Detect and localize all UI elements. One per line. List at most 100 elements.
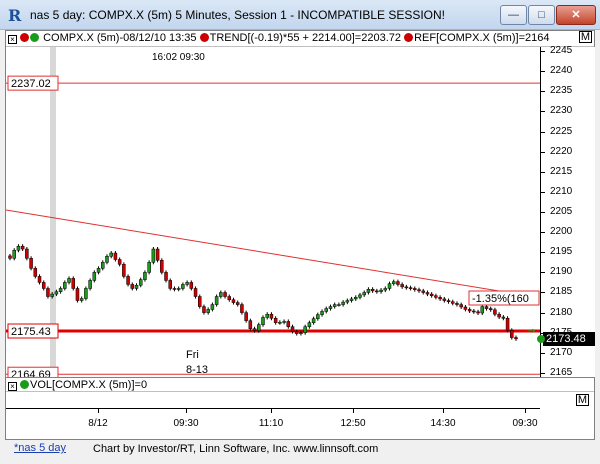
candle: [109, 251, 113, 259]
ref-dot-icon: [404, 33, 414, 42]
candle: [164, 270, 168, 283]
price-axis[interactable]: 2165217021752180218521902195220022052210…: [537, 31, 595, 377]
y-tick-label: 2185: [550, 286, 573, 298]
candle: [396, 279, 400, 287]
candle: [400, 282, 404, 289]
candle: [75, 286, 80, 303]
x-tick: [353, 409, 354, 413]
legend-main[interactable]: COMPX.X (5m)-08/12/10 13:35: [43, 32, 196, 44]
candle: [227, 294, 232, 302]
price-scale-m: M: [579, 31, 592, 43]
time-axis[interactable]: 8/12 09:30 11:10 12:50 14:30 09:30: [6, 408, 540, 438]
collapse-pane-icon[interactable]: ×: [8, 35, 17, 44]
candle: [134, 283, 139, 291]
candle: [206, 307, 210, 315]
trend-line[interactable]: [6, 209, 512, 294]
candle: [383, 286, 388, 293]
collapse-volume-icon[interactable]: ×: [8, 382, 17, 391]
y-tick: [541, 91, 545, 93]
candle: [273, 316, 278, 325]
price-plot[interactable]: 16:02 09:30 2237.02 2175.43 2164.69 -1.35%(1…: [6, 47, 540, 377]
candle: [113, 251, 118, 262]
candle: [324, 306, 328, 314]
candle: [269, 312, 274, 321]
x-tick-label: 8/12: [88, 418, 108, 429]
candle: [29, 256, 33, 271]
candle: [181, 282, 185, 291]
y-tick: [541, 232, 545, 234]
ref-value-text: 2237.02: [11, 78, 51, 90]
candle: [354, 295, 358, 301]
y-tick: [541, 212, 545, 213]
y-tick-label: 2220: [550, 145, 573, 157]
y-tick-label: 2190: [550, 266, 573, 278]
candle: [12, 248, 16, 261]
candle: [375, 288, 379, 294]
close-button[interactable]: ✕: [556, 5, 596, 25]
candle: [455, 301, 459, 307]
candle: [193, 286, 198, 299]
candle: [101, 260, 105, 271]
app-icon: R: [8, 6, 22, 25]
candle: [20, 244, 25, 252]
candle: [33, 266, 38, 279]
candle: [370, 287, 375, 293]
candle: [67, 276, 71, 285]
last-price-arrow-icon: →: [527, 326, 535, 337]
candle: [138, 277, 143, 288]
candle: [303, 324, 307, 335]
candle: [282, 319, 286, 325]
volume-label[interactable]: VOL[COMPX.X (5m)]=0: [30, 379, 147, 391]
candle: [505, 316, 510, 333]
candle: [467, 307, 472, 314]
y-tick: [541, 292, 545, 294]
candle: [58, 286, 63, 294]
volume-pane[interactable]: [6, 392, 540, 408]
candle: [391, 279, 396, 286]
minimize-button[interactable]: —: [500, 5, 527, 25]
candle: [404, 284, 409, 290]
candle: [214, 294, 219, 307]
candle: [417, 287, 421, 293]
candle: [96, 266, 101, 275]
y-tick-label: 2170: [550, 346, 573, 358]
candle: [147, 260, 151, 275]
candle: [41, 280, 46, 291]
y-tick: [541, 272, 545, 274]
candle: [472, 308, 476, 314]
candle: [244, 310, 248, 323]
candle: [219, 290, 223, 299]
candle: [446, 298, 451, 304]
y-tick-label: 2225: [550, 125, 573, 137]
candle: [92, 270, 97, 283]
last-price-label: 2173.48: [543, 331, 595, 346]
candle: [160, 258, 164, 275]
chart-tab[interactable]: *nas 5 day: [14, 442, 66, 454]
y-tick-label: 2240: [550, 65, 573, 77]
x-tick: [98, 409, 99, 413]
y-tick-label: 2205: [550, 206, 573, 217]
candle: [341, 300, 345, 307]
candle: [130, 282, 135, 291]
y-tick-label: 2235: [550, 85, 573, 97]
candle: [155, 247, 160, 263]
y-tick: [541, 191, 545, 193]
maximize-button[interactable]: □: [528, 5, 555, 25]
y-tick: [541, 71, 545, 73]
candle: [46, 286, 50, 299]
candle: [248, 318, 253, 331]
candle: [235, 300, 240, 307]
volume-scale-m: M: [576, 394, 589, 406]
candle: [429, 292, 434, 298]
candle: [459, 302, 463, 309]
x-tick-label: 11:10: [258, 418, 284, 429]
candle: [408, 285, 413, 291]
legend-trend[interactable]: TREND[(-0.19)*55 + 2214.00]=2203.72: [210, 32, 401, 44]
candle: [198, 294, 202, 309]
candle: [223, 290, 227, 299]
x-tick: [443, 409, 444, 413]
y-tick: [541, 111, 545, 113]
y-tick: [541, 312, 545, 314]
candle: [514, 335, 518, 341]
legend-ref[interactable]: REF[COMPX.X (5m)]=2164: [414, 32, 549, 44]
